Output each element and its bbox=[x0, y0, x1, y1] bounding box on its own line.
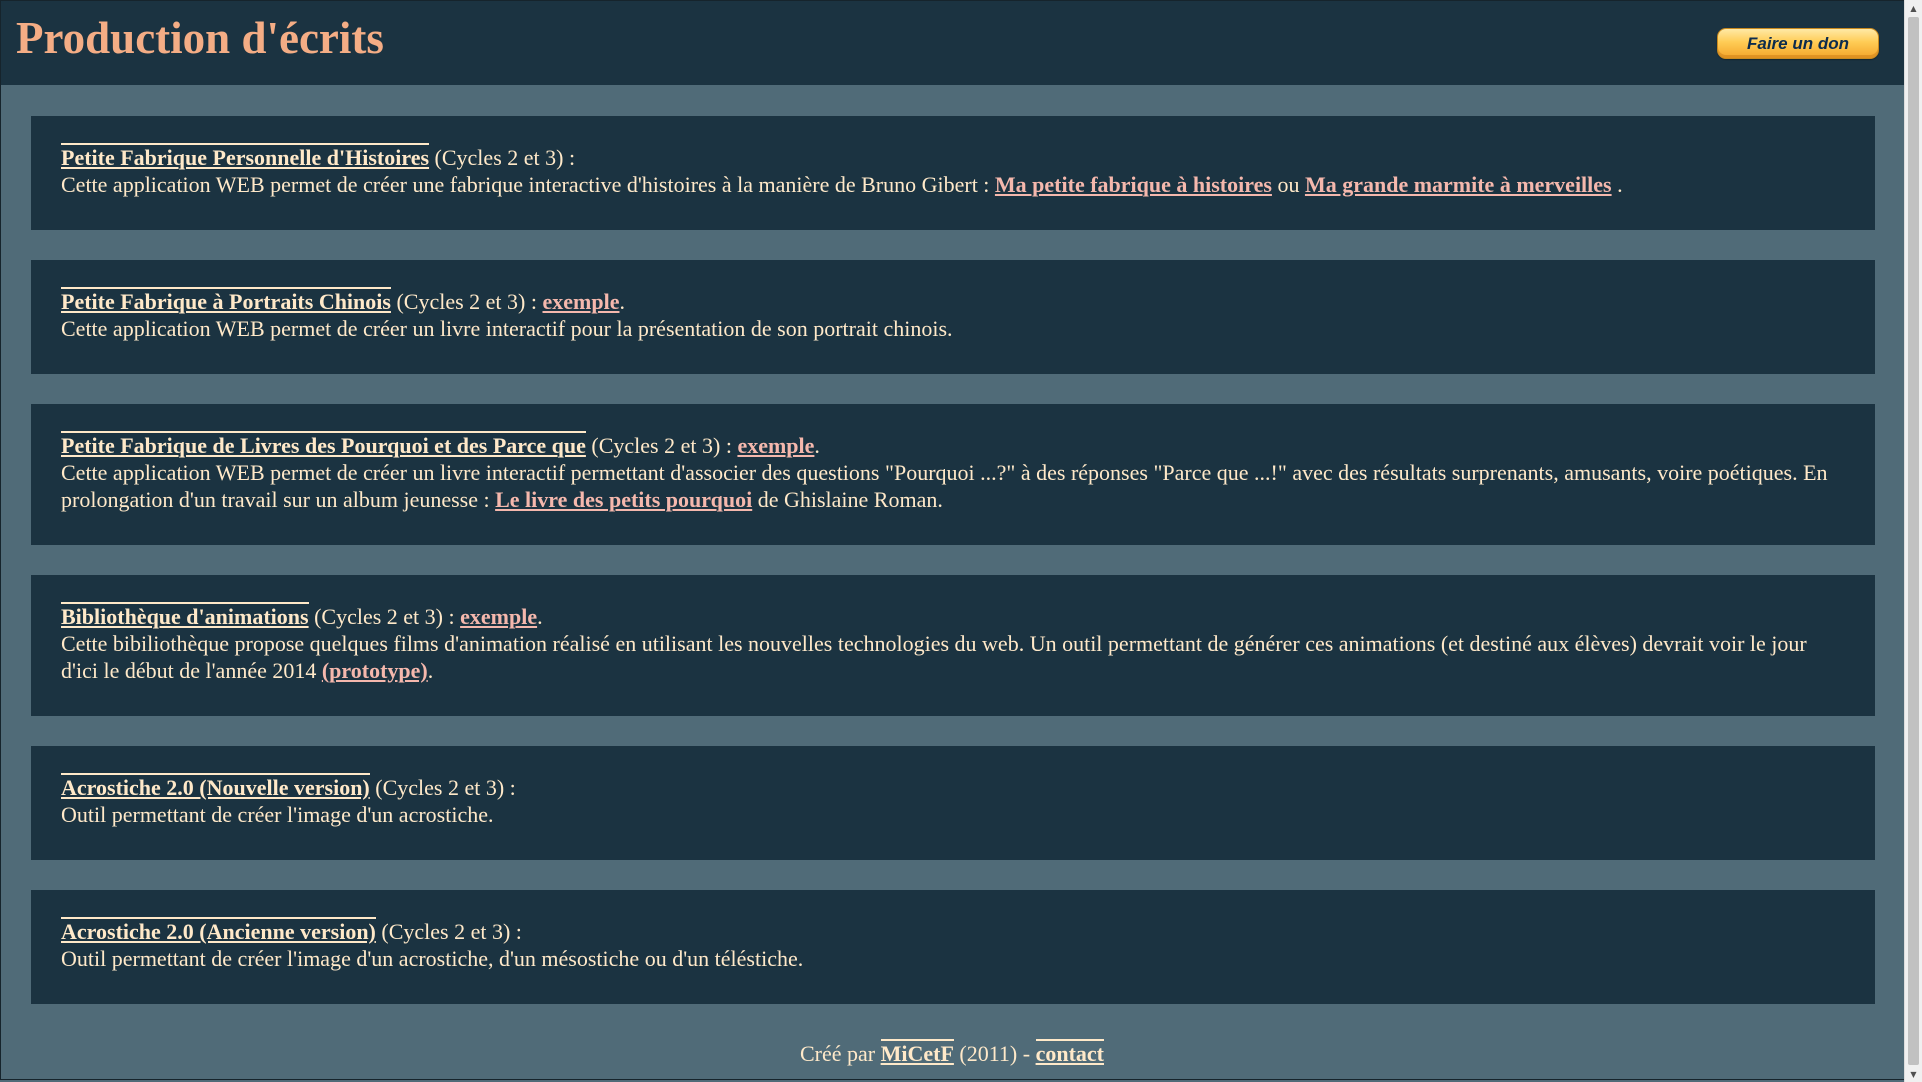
link-exemple-pourquoi[interactable]: exemple bbox=[737, 433, 814, 458]
cycles-text: (Cycles 2 et 3) : bbox=[429, 145, 576, 170]
punctuation: . bbox=[814, 433, 820, 458]
app-card-histoires: Petite Fabrique Personnelle d'Histoires … bbox=[31, 116, 1875, 230]
card-description: Cette bibiliothèque propose quelques fil… bbox=[61, 630, 1845, 684]
app-card-acrostiche-ancienne: Acrostiche 2.0 (Ancienne version) (Cycle… bbox=[31, 890, 1875, 1004]
link-acrostiche-nouvelle[interactable]: Acrostiche 2.0 (Nouvelle version) bbox=[61, 773, 370, 800]
app-card-pourquoi: Petite Fabrique de Livres des Pourquoi e… bbox=[31, 404, 1875, 545]
footer-text: (2011) - bbox=[953, 1041, 1036, 1066]
link-petite-fabrique-histoires[interactable]: Petite Fabrique Personnelle d'Histoires bbox=[61, 143, 430, 170]
card-description: Cette application WEB permet de créer un… bbox=[61, 316, 953, 341]
card-title-line: Petite Fabrique à Portraits Chinois (Cyc… bbox=[61, 287, 1845, 315]
description-text: . bbox=[1611, 172, 1623, 197]
card-description: Outil permettant de créer l'image d'un a… bbox=[61, 802, 494, 827]
link-exemple-portraits[interactable]: exemple bbox=[543, 289, 620, 314]
footer-text: Créé par bbox=[799, 1041, 881, 1066]
link-prototype[interactable]: (prototype) bbox=[322, 658, 428, 683]
cycles-text: (Cycles 2 et 3) : bbox=[585, 433, 738, 458]
cycles-text: (Cycles 2 et 3) : bbox=[308, 604, 461, 629]
card-description: Cette application WEB permet de créer un… bbox=[61, 459, 1845, 513]
cycles-text: (Cycles 2 et 3) : bbox=[369, 775, 516, 800]
description-text: Cette application WEB permet de créer un… bbox=[61, 460, 1828, 512]
description-text: ou bbox=[1271, 172, 1305, 197]
card-description: Outil permettant de créer l'image d'un a… bbox=[61, 946, 804, 971]
card-description: Cette application WEB permet de créer un… bbox=[61, 171, 1845, 198]
page-header: Production d'écrits Faire un don bbox=[1, 1, 1904, 85]
description-text: Cette application WEB permet de créer un… bbox=[61, 172, 995, 197]
description-text: . bbox=[427, 658, 434, 683]
cycles-text: (Cycles 2 et 3) : bbox=[390, 289, 543, 314]
punctuation: . bbox=[537, 604, 543, 629]
punctuation: . bbox=[619, 289, 625, 314]
app-card-portraits: Petite Fabrique à Portraits Chinois (Cyc… bbox=[31, 260, 1875, 374]
description-text: de Ghislaine Roman. bbox=[752, 487, 943, 512]
card-title-line: Bibliothèque d'animations (Cycles 2 et 3… bbox=[61, 602, 1845, 630]
scroll-up-icon[interactable]: ▲ bbox=[1905, 0, 1922, 16]
contact-link[interactable]: contact bbox=[1035, 1039, 1104, 1066]
vertical-scrollbar[interactable]: ▲ ▼ bbox=[1904, 0, 1922, 1082]
link-acrostiche-ancienne[interactable]: Acrostiche 2.0 (Ancienne version) bbox=[61, 917, 376, 944]
link-exemple-animations[interactable]: exemple bbox=[460, 604, 537, 629]
link-ma-grande-marmite[interactable]: Ma grande marmite à merveilles bbox=[1305, 172, 1612, 197]
link-petite-fabrique-pourquoi[interactable]: Petite Fabrique de Livres des Pourquoi e… bbox=[61, 431, 586, 458]
scroll-down-icon[interactable]: ▼ bbox=[1905, 1066, 1922, 1082]
link-livre-petits-pourquoi[interactable]: Le livre des petits pourquoi bbox=[495, 487, 752, 512]
card-title-line: Acrostiche 2.0 (Ancienne version) (Cycle… bbox=[61, 917, 1845, 945]
card-title-line: Acrostiche 2.0 (Nouvelle version) (Cycle… bbox=[61, 773, 1845, 801]
page-footer: Créé par MiCetF (2011) - contact bbox=[0, 1039, 1904, 1067]
author-link[interactable]: MiCetF bbox=[880, 1039, 954, 1066]
link-petite-fabrique-portraits[interactable]: Petite Fabrique à Portraits Chinois bbox=[61, 287, 391, 314]
cycles-text: (Cycles 2 et 3) : bbox=[375, 919, 522, 944]
link-ma-petite-fabrique[interactable]: Ma petite fabrique à histoires bbox=[995, 172, 1272, 197]
app-card-animations: Bibliothèque d'animations (Cycles 2 et 3… bbox=[31, 575, 1875, 716]
scrollbar-thumb[interactable] bbox=[1908, 17, 1919, 1065]
link-bibliotheque-animations[interactable]: Bibliothèque d'animations bbox=[61, 602, 309, 629]
page-title: Production d'écrits bbox=[16, 13, 384, 63]
card-title-line: Petite Fabrique Personnelle d'Histoires … bbox=[61, 143, 1845, 171]
donate-button[interactable]: Faire un don bbox=[1717, 28, 1879, 59]
app-card-acrostiche-nouvelle: Acrostiche 2.0 (Nouvelle version) (Cycle… bbox=[31, 746, 1875, 860]
card-title-line: Petite Fabrique de Livres des Pourquoi e… bbox=[61, 431, 1845, 459]
